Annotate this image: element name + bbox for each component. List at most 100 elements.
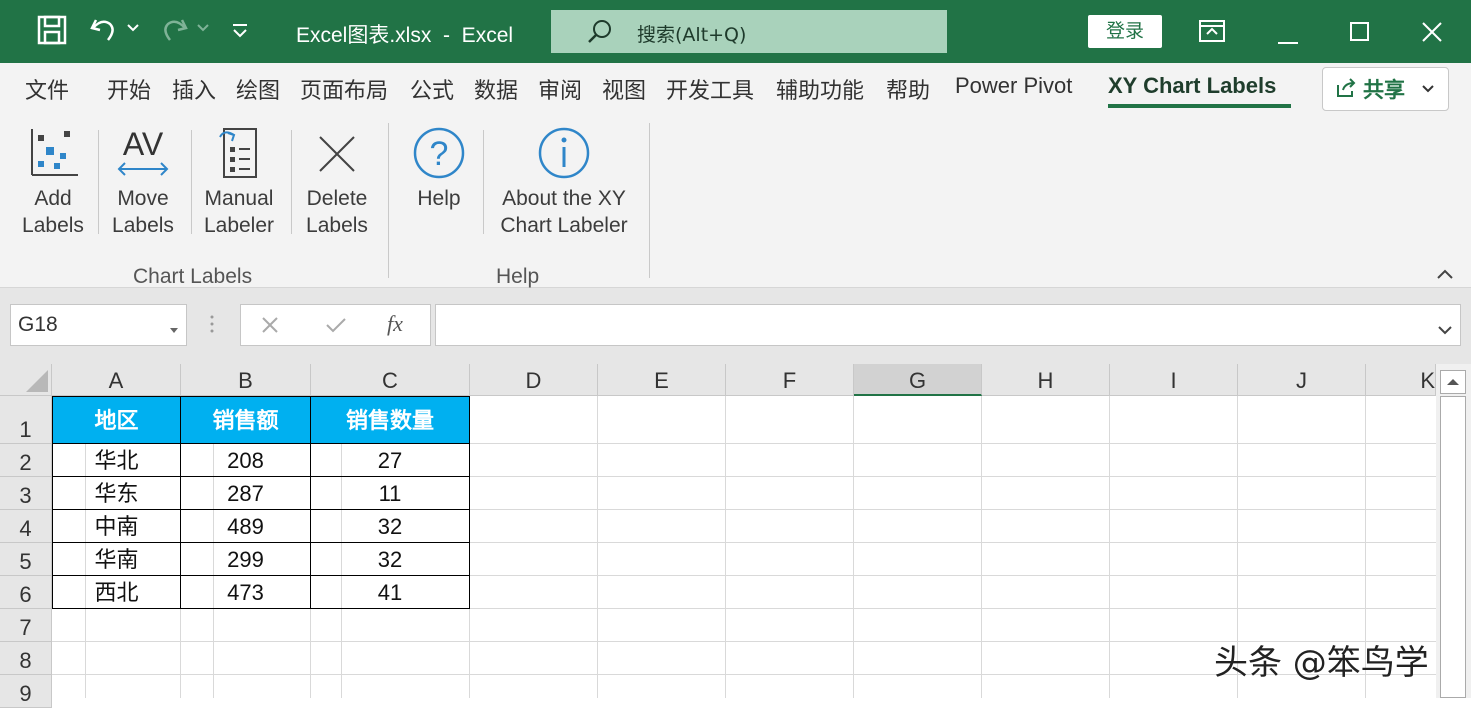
row-header-6[interactable]: 6 [0,576,52,609]
share-icon [1335,77,1357,103]
name-box-dropdown-icon[interactable] [169,320,179,339]
close-icon[interactable] [1422,22,1442,46]
row-header-2[interactable]: 2 [0,444,52,477]
column-header-k[interactable]: K [1366,364,1436,396]
table-cell[interactable]: 208 [181,444,311,477]
row-header-8[interactable]: 8 [0,642,52,675]
help-label: Help [417,187,461,210]
column-header-f[interactable]: F [726,364,854,396]
column-header-e[interactable]: E [598,364,726,396]
column-header-b[interactable]: B [181,364,311,396]
group-label-help: Help [496,265,540,288]
select-all-button[interactable] [0,364,52,396]
active-tab-indicator [1108,104,1291,108]
about-label: About the XY Chart Labeler [500,187,628,237]
column-header-i[interactable]: I [1110,364,1238,396]
search-placeholder: 搜索(Alt+Q) [637,24,747,46]
table-cell[interactable]: 华南 [52,543,181,576]
tab-home[interactable]: 开始 [107,73,151,105]
column-header-h[interactable]: H [982,364,1110,396]
scroll-up-button[interactable] [1440,370,1466,394]
table-cell[interactable]: 287 [181,477,311,510]
table-cell[interactable]: 32 [311,510,470,543]
chevron-down-icon [1421,81,1435,100]
table-cell[interactable]: 489 [181,510,311,543]
row-header-3[interactable]: 3 [0,477,52,510]
table-header-cell[interactable]: 销售数量 [311,396,470,444]
about-xy-chart-labeler-button[interactable]: About the XY Chart Labeler [490,125,638,239]
tab-page-layout[interactable]: 页面布局 [300,73,388,105]
delete-labels-button[interactable]: Delete Labels [294,125,380,239]
manual-labeler-button[interactable]: Manual Labeler [194,125,284,239]
insert-function-button[interactable]: fx [387,311,403,337]
collapse-ribbon-icon[interactable] [1436,266,1454,285]
save-icon[interactable] [36,14,68,50]
column-header-j[interactable]: J [1238,364,1366,396]
table-cell[interactable]: 西北 [52,576,181,609]
tab-developer[interactable]: 开发工具 [666,73,754,105]
info-icon [490,125,638,181]
tab-review[interactable]: 审阅 [538,73,582,105]
row-header-5[interactable]: 5 [0,543,52,576]
tab-draw[interactable]: 绘图 [236,73,280,105]
scatter-chart-icon [12,125,94,181]
column-header-a[interactable]: A [52,364,181,396]
cancel-icon[interactable] [261,316,279,338]
table-cell[interactable]: 41 [311,576,470,609]
vertical-scrollbar[interactable] [1436,364,1471,698]
customize-qat-icon[interactable] [230,22,250,44]
move-labels-label: Move Labels [112,187,174,237]
table-cell[interactable]: 华东 [52,477,181,510]
redo-icon[interactable] [158,14,190,50]
move-labels-button[interactable]: AV Move Labels [102,125,184,239]
manual-labeler-label: Manual Labeler [203,187,275,237]
row-header-1[interactable]: 1 [0,396,52,444]
tab-insert[interactable]: 插入 [172,73,216,105]
gridline-col-b [310,609,311,698]
table-cell[interactable]: 11 [311,477,470,510]
maximize-icon[interactable] [1350,22,1370,46]
name-box[interactable]: G18 [10,304,187,346]
ribbon-separator [483,130,484,234]
ribbon-display-options-icon[interactable] [1198,18,1226,48]
table-cell[interactable]: 299 [181,543,311,576]
tab-formulas[interactable]: 公式 [410,73,454,105]
tab-file[interactable]: 文件 [25,73,69,105]
row-header-4[interactable]: 4 [0,510,52,543]
delete-x-icon [294,125,380,181]
undo-dropdown-icon[interactable] [126,20,140,39]
formula-input[interactable] [435,304,1461,346]
undo-icon[interactable] [88,14,120,50]
table-cell[interactable]: 中南 [52,510,181,543]
share-label: 共享 [1363,78,1405,102]
expand-formula-bar-icon[interactable] [1438,320,1452,339]
tab-help[interactable]: 帮助 [886,73,930,105]
scroll-thumb[interactable] [1440,396,1466,698]
table-cell[interactable]: 32 [311,543,470,576]
search-box[interactable]: 搜索(Alt+Q) [551,10,947,53]
tab-xy-chart-labels[interactable]: XY Chart Labels [1108,73,1276,99]
table-cell[interactable]: 473 [181,576,311,609]
tab-view[interactable]: 视图 [602,73,646,105]
enter-check-icon[interactable] [325,316,347,338]
row-header-7[interactable]: 7 [0,609,52,642]
share-button[interactable]: 共享 [1322,67,1449,111]
redo-dropdown-icon[interactable] [196,20,210,39]
column-header-g[interactable]: G [854,364,982,396]
tab-power-pivot[interactable]: Power Pivot [955,73,1072,99]
table-header-cell[interactable]: 销售额 [181,396,311,444]
tab-data[interactable]: 数据 [474,73,518,105]
table-cell[interactable]: 27 [311,444,470,477]
table-cell[interactable]: 华北 [52,444,181,477]
add-labels-button[interactable]: Add Labels [12,125,94,239]
help-button[interactable]: ? Help [398,125,480,212]
row-header-9[interactable]: 9 [0,675,52,708]
column-header-c[interactable]: C [311,364,470,396]
tab-accessibility[interactable]: 辅助功能 [776,73,864,105]
table-header-cell[interactable]: 地区 [52,396,181,444]
window-title: Excel图表.xlsx - Excel [296,24,514,47]
splitter-handle-icon[interactable] [209,314,215,338]
login-button[interactable]: 登录 [1088,15,1162,48]
minimize-icon[interactable] [1278,30,1298,49]
column-header-d[interactable]: D [470,364,598,396]
